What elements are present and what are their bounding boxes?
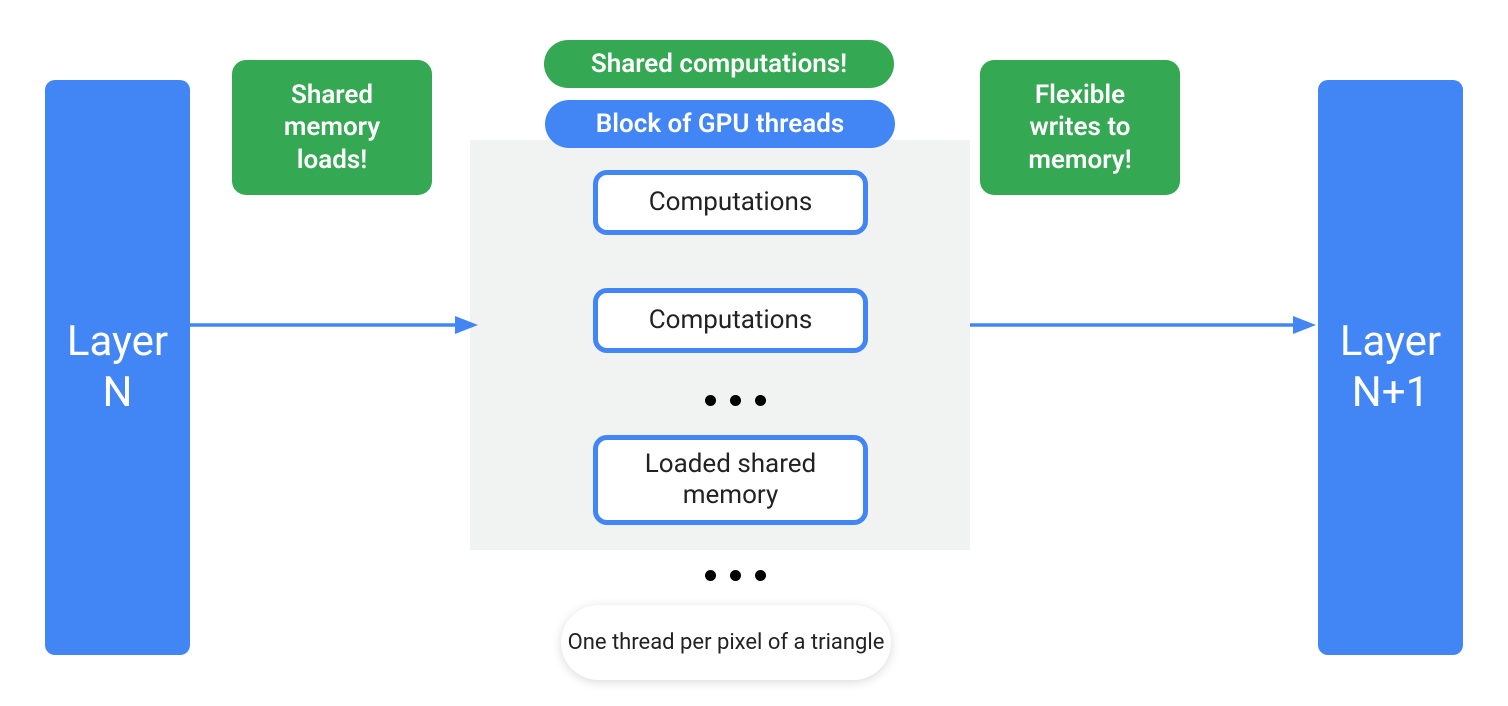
layer-n-label: Layer N <box>67 317 168 418</box>
pill-shared-memory-loads: Shared memory loads! <box>232 60 432 195</box>
ibox2-text: Computations <box>649 305 813 336</box>
pill-flexible-writes: Flexible writes to memory! <box>980 60 1180 195</box>
ibox3-text: Loaded shared memory <box>598 449 863 511</box>
block-of-gpu-threads-label: Block of GPU threads <box>545 100 895 148</box>
layer-n1-label: Layer N+1 <box>1340 317 1441 418</box>
block-label-text: Block of GPU threads <box>596 109 844 139</box>
computations-box-2: Computations <box>593 288 868 353</box>
layer-n-plus-1-box: Layer N+1 <box>1318 80 1463 655</box>
arrow-right <box>970 310 1318 340</box>
ellipsis-outer <box>695 570 775 581</box>
ibox1-text: Computations <box>649 187 813 218</box>
pill-shared-computations: Shared computations! <box>544 40 894 88</box>
pill-top-text: Shared computations! <box>591 48 847 81</box>
caption-text: One thread per pixel of a triangle <box>568 629 885 657</box>
computations-box-1: Computations <box>593 170 868 235</box>
layer-n-box: Layer N <box>45 80 190 655</box>
pill-right-text: Flexible writes to memory! <box>1000 79 1160 177</box>
caption-one-thread-per-pixel: One thread per pixel of a triangle <box>561 605 891 680</box>
pill-left-text: Shared memory loads! <box>252 79 412 177</box>
ellipsis-inner <box>695 395 775 406</box>
arrow-left <box>190 310 480 340</box>
loaded-shared-memory-box: Loaded shared memory <box>593 435 868 525</box>
